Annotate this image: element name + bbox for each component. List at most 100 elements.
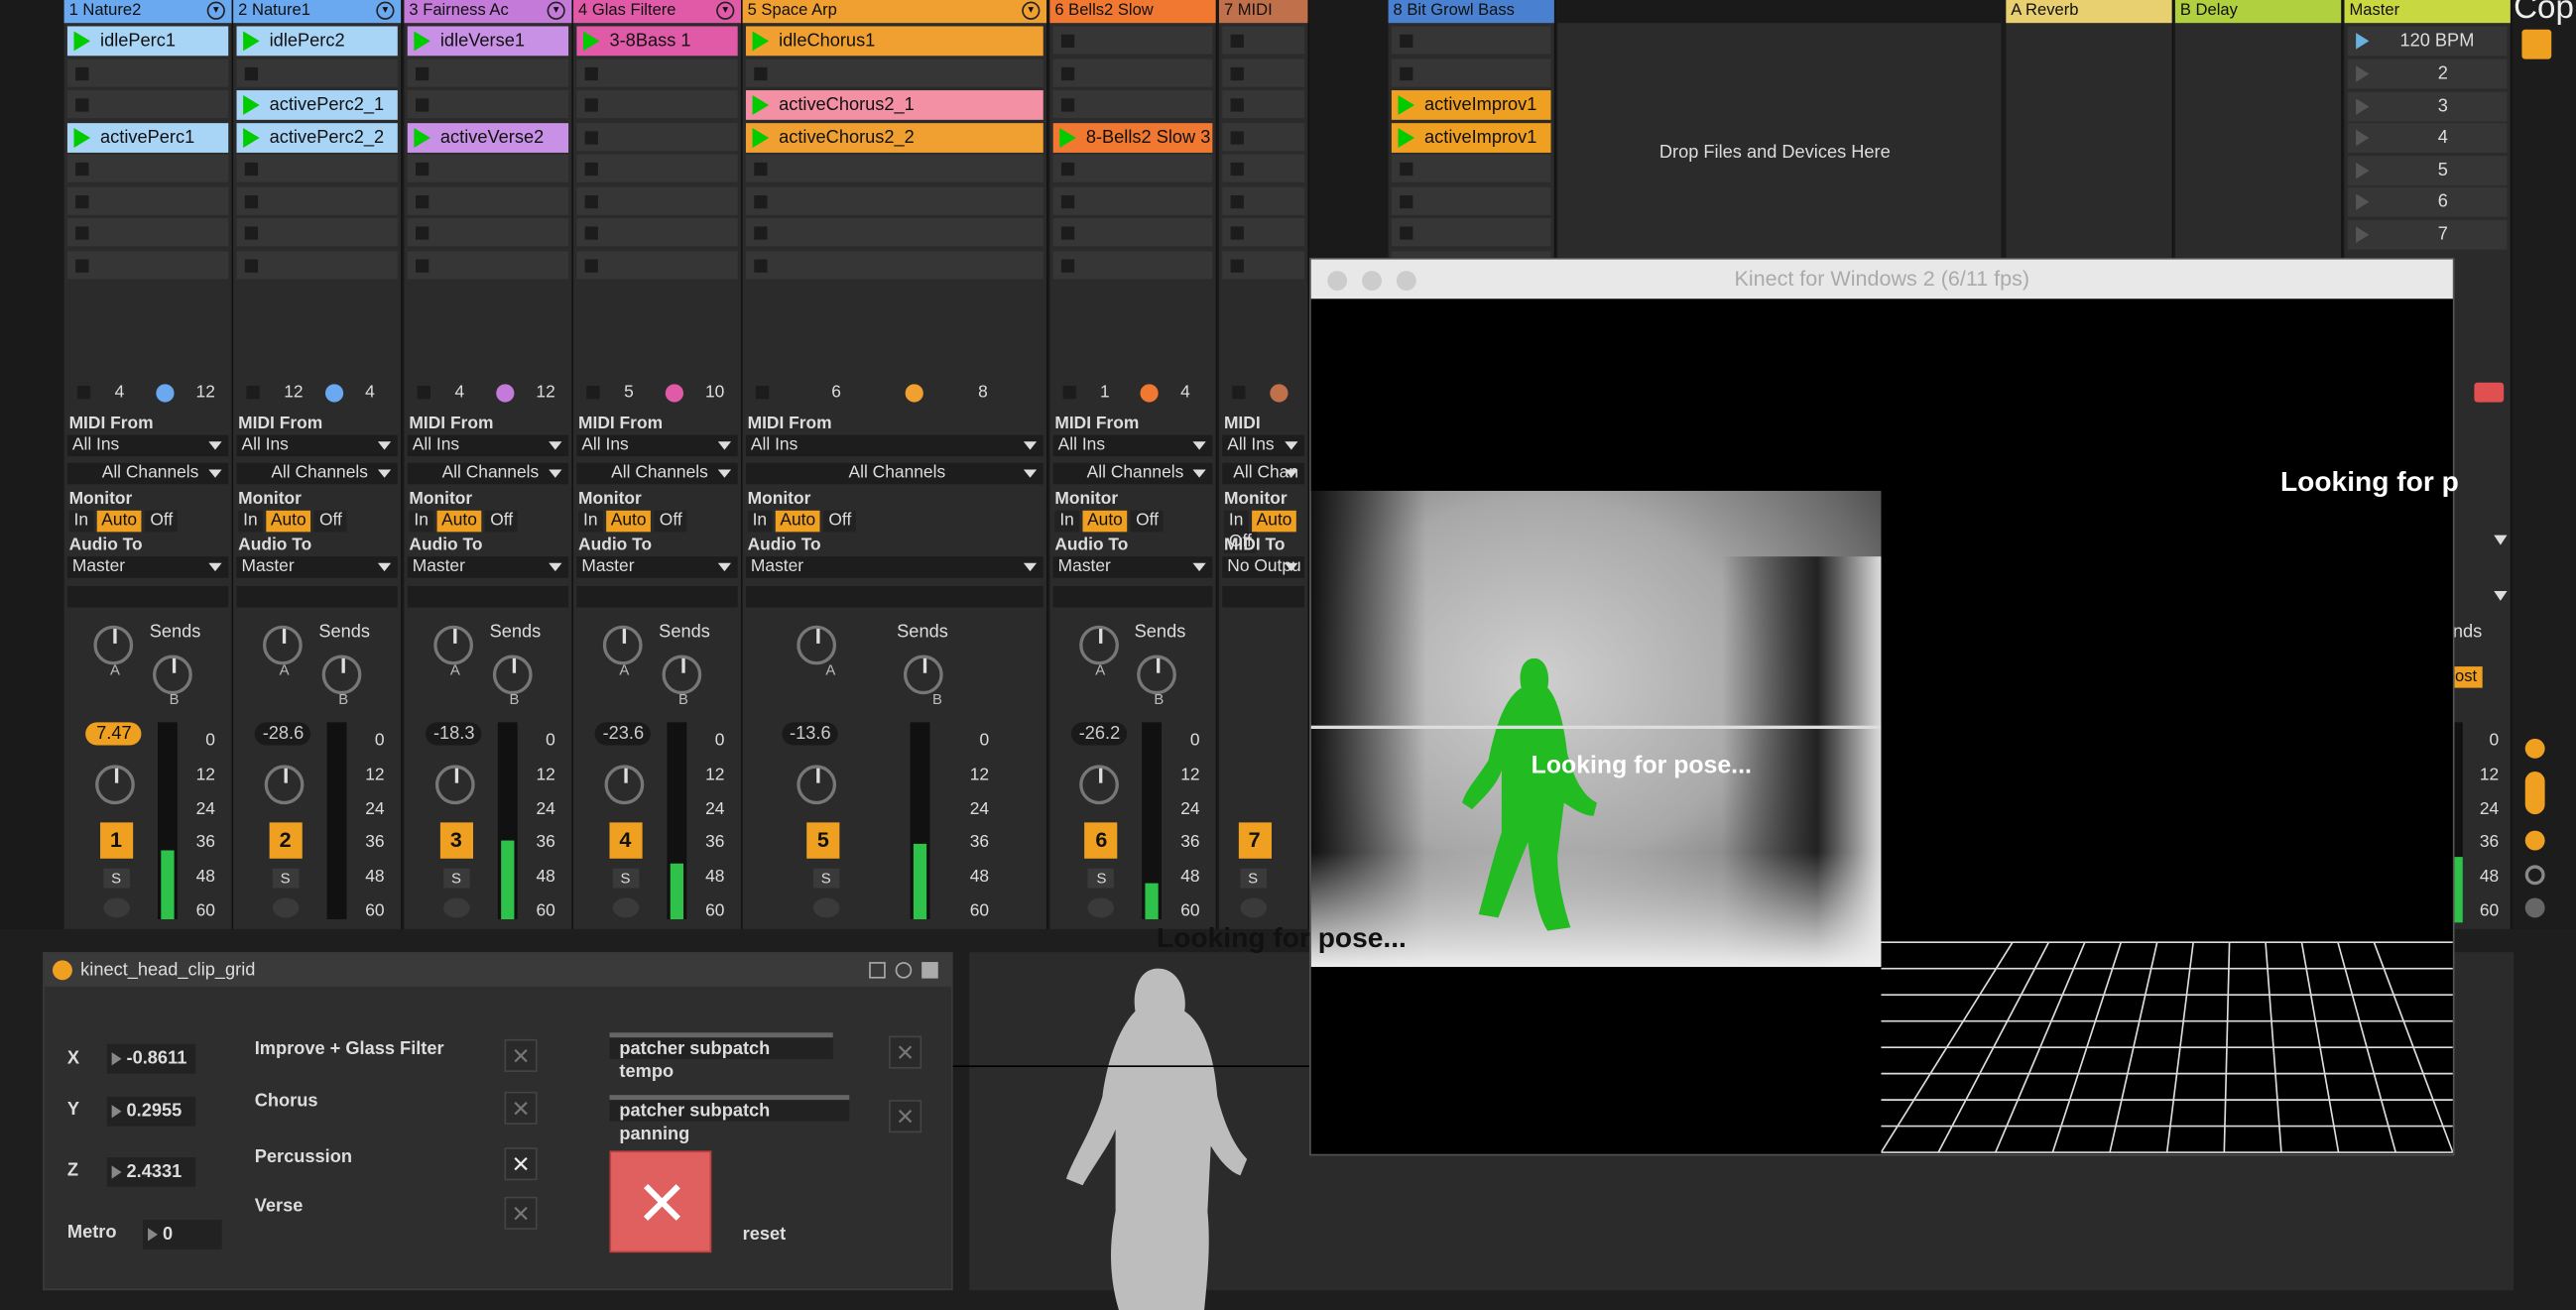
- volume-value[interactable]: 7.47: [85, 722, 143, 746]
- clip-slot[interactable]: activeVerse2: [407, 122, 569, 153]
- solo-button[interactable]: S: [1088, 868, 1115, 889]
- clip-slot[interactable]: idleVerse1: [407, 26, 569, 57]
- stop-button-icon[interactable]: [1060, 194, 1075, 208]
- clip-slot-empty[interactable]: [745, 58, 1043, 88]
- clip-slot-empty[interactable]: [66, 58, 229, 88]
- clip-slot-empty[interactable]: [1391, 58, 1551, 88]
- stop-button-icon[interactable]: [1060, 226, 1075, 240]
- stop-button-icon[interactable]: [754, 226, 768, 240]
- clip-slot-empty[interactable]: [576, 154, 738, 184]
- midi-from-dropdown[interactable]: All Ins: [407, 434, 569, 457]
- track-2[interactable]: 2 Nature1 ▾ idlePerc2 activePerc2_1 activePe…: [233, 0, 403, 929]
- stop-button-icon[interactable]: [584, 194, 598, 208]
- clip-slot-empty[interactable]: [1052, 250, 1213, 281]
- clip-slot-empty[interactable]: [1052, 58, 1213, 88]
- clip-slot-empty[interactable]: [66, 154, 229, 184]
- midi-from-dropdown[interactable]: All Ins: [1052, 434, 1213, 457]
- scene-row[interactable]: 5: [2347, 155, 2508, 185]
- arm-button[interactable]: [442, 897, 470, 918]
- sub-dropdown[interactable]: [745, 585, 1043, 608]
- stop-button-icon[interactable]: [584, 226, 598, 240]
- send-b-knob[interactable]: [662, 655, 702, 695]
- stop-button-icon[interactable]: [1230, 162, 1244, 177]
- stop-button-icon[interactable]: [754, 258, 768, 272]
- pan-knob[interactable]: [603, 765, 644, 805]
- monitor-auto-button[interactable]: Auto: [605, 510, 652, 533]
- clip-slot[interactable]: activeChorus2_2: [745, 122, 1043, 153]
- clip-slot[interactable]: idleChorus1: [745, 26, 1043, 57]
- clip-slot-empty[interactable]: [236, 250, 398, 281]
- stop-button-icon[interactable]: [244, 162, 259, 177]
- x-value-field[interactable]: -0.8611: [106, 1043, 196, 1074]
- track-3[interactable]: 3 Fairness Ac ▾ idleVerse1 activeVerse2 4 12 M…: [404, 0, 574, 929]
- stop-button-icon[interactable]: [1230, 98, 1244, 112]
- clip-slot-empty[interactable]: [1391, 154, 1551, 184]
- clip-slot-empty[interactable]: [236, 185, 398, 216]
- kinect-window[interactable]: Kinect for Windows 2 (6/11 fps) Looking …: [1157, 257, 2459, 1156]
- clip-slot-empty[interactable]: [576, 58, 738, 88]
- audio-to-dropdown[interactable]: Master: [236, 556, 398, 578]
- clip-slot[interactable]: idlePerc1: [66, 26, 229, 57]
- stop-button-icon[interactable]: [1400, 162, 1413, 177]
- stop-button-icon[interactable]: [1230, 66, 1244, 80]
- stop-button-icon[interactable]: [584, 162, 598, 177]
- sub-dropdown[interactable]: [236, 585, 398, 608]
- clip-slot-empty[interactable]: [1391, 26, 1551, 57]
- solo-button[interactable]: S: [612, 868, 639, 889]
- stop-button-icon[interactable]: [1060, 34, 1075, 49]
- window-minimize-button[interactable]: [1362, 271, 1382, 292]
- track-fold-icon[interactable]: ▾: [547, 1, 565, 20]
- stop-button-icon[interactable]: [1400, 226, 1413, 240]
- track-header[interactable]: 4 Glas Filtere ▾: [573, 0, 741, 24]
- audio-to-dropdown[interactable]: Master: [407, 556, 569, 578]
- channel-dropdown[interactable]: All Channels: [1052, 462, 1213, 485]
- clip-slot-empty[interactable]: [745, 154, 1043, 184]
- device-edit-icon[interactable]: [869, 962, 886, 979]
- clip-slot-empty[interactable]: [1052, 218, 1213, 248]
- stop-button-icon[interactable]: [584, 258, 598, 272]
- clip-slot-empty[interactable]: [1222, 154, 1305, 184]
- stop-button-icon[interactable]: [75, 162, 89, 177]
- pan-icon[interactable]: [495, 384, 514, 403]
- clip-slot-empty[interactable]: [407, 90, 569, 120]
- arm-button[interactable]: [272, 897, 299, 918]
- stop-button-icon[interactable]: [754, 194, 768, 208]
- stop-button-icon[interactable]: [416, 194, 429, 208]
- clip-slot-empty[interactable]: [576, 122, 738, 153]
- pan-icon[interactable]: [1140, 384, 1159, 403]
- clip-slot[interactable]: 3-8Bass 1: [576, 26, 738, 57]
- clip-stop-all-icon[interactable]: [2474, 382, 2505, 403]
- scene-row[interactable]: 4: [2347, 123, 2508, 153]
- clip-slot-empty[interactable]: [236, 154, 398, 184]
- clip-play-icon[interactable]: [414, 31, 430, 52]
- clip-play-icon[interactable]: [414, 127, 430, 148]
- track-fold-icon[interactable]: ▾: [206, 1, 225, 20]
- midi-from-dropdown[interactable]: All Ins: [236, 434, 398, 457]
- track-stop-icon[interactable]: [246, 386, 260, 400]
- send-b-knob[interactable]: [153, 655, 192, 695]
- pan-icon[interactable]: [665, 384, 683, 403]
- clip-play-icon[interactable]: [73, 31, 91, 52]
- monitor-off-button[interactable]: Off: [654, 510, 687, 533]
- clip-play-icon[interactable]: [752, 127, 770, 148]
- stop-button-icon[interactable]: [584, 66, 598, 80]
- monitor-in-button[interactable]: In: [409, 510, 433, 533]
- audio-to-dropdown[interactable]: Master: [576, 556, 738, 578]
- clip-play-icon[interactable]: [73, 127, 91, 148]
- arm-button[interactable]: [1239, 897, 1267, 918]
- clip-play-icon[interactable]: [1398, 127, 1415, 148]
- track-activator-button[interactable]: 7: [1238, 822, 1272, 859]
- audio-to-dropdown[interactable]: Master: [66, 556, 229, 578]
- arm-button[interactable]: [812, 897, 839, 918]
- clip-play-icon[interactable]: [582, 31, 600, 52]
- track-5[interactable]: 5 Space Arp ▾ idleChorus1 activeChorus2_1 ac…: [742, 0, 1048, 929]
- track-activator-button[interactable]: 3: [439, 822, 473, 859]
- clip-slot-empty[interactable]: [1222, 26, 1305, 57]
- stop-button-icon[interactable]: [754, 162, 768, 177]
- track-activator-button[interactable]: 6: [1084, 822, 1118, 859]
- scene-launch-icon[interactable]: [2356, 97, 2370, 115]
- solo-button[interactable]: S: [442, 868, 470, 889]
- monitor-in-button[interactable]: In: [1054, 510, 1079, 533]
- pan-icon[interactable]: [324, 384, 343, 403]
- send-b-knob[interactable]: [1137, 655, 1177, 695]
